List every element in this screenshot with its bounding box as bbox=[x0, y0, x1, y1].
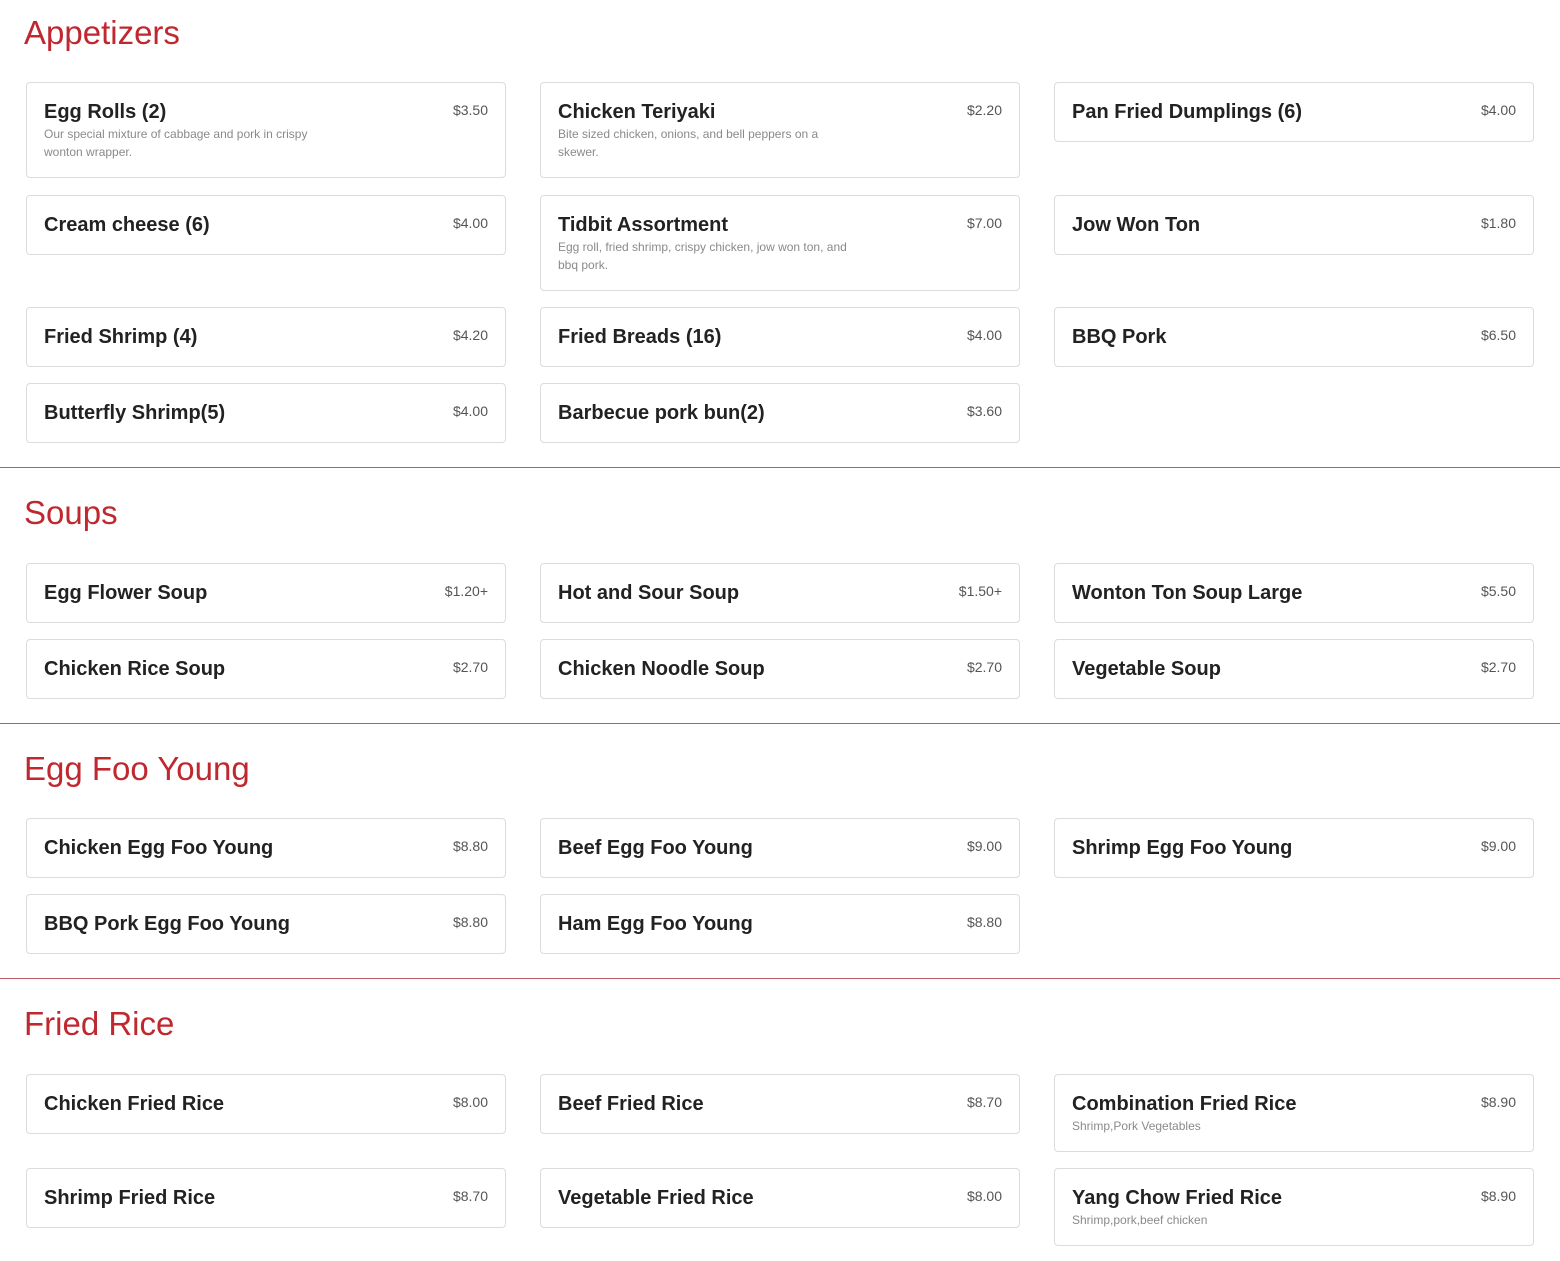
menu-item-name: Jow Won Ton bbox=[1072, 214, 1201, 236]
menu-item-price: $8.70 bbox=[452, 1188, 488, 1204]
menu-item-price: $5.50 bbox=[1480, 583, 1516, 599]
menu-item-price: $4.00 bbox=[1480, 102, 1516, 118]
menu-item-name: Shrimp Egg Foo Young bbox=[1072, 837, 1293, 859]
menu-item-name: Fried Shrimp (4) bbox=[44, 326, 198, 348]
menu-item-card[interactable]: Chicken Teriyaki $2.20 Bite sized chicke… bbox=[540, 82, 1020, 178]
menu-item-price: $1.20+ bbox=[444, 583, 488, 599]
menu-item-price: $4.20 bbox=[452, 327, 488, 343]
section-title-appetizers: Appetizers bbox=[24, 14, 180, 51]
menu-item-card[interactable]: Egg Flower Soup $1.20+ bbox=[26, 563, 506, 623]
menu-item-name: Chicken Noodle Soup bbox=[558, 658, 765, 680]
menu-item-card[interactable]: Chicken Rice Soup $2.70 bbox=[26, 639, 506, 699]
menu-item-price: $1.80 bbox=[1480, 215, 1516, 231]
menu-item-description: Our special mixture of cabbage and pork … bbox=[44, 127, 308, 159]
menu-item-name: BBQ Pork bbox=[1072, 326, 1167, 348]
menu-item-card[interactable]: Fried Breads (16) $4.00 bbox=[540, 307, 1020, 367]
menu-item-description: Bite sized chicken, onions, and bell pep… bbox=[558, 127, 819, 159]
menu-item-description: Shrimp,pork,beef chicken bbox=[1072, 1213, 1208, 1227]
section-divider bbox=[0, 467, 1560, 468]
menu-item-price: $9.00 bbox=[966, 838, 1002, 854]
menu-item-name: Beef Fried Rice bbox=[558, 1093, 704, 1115]
menu-item-name: Cream cheese (6) bbox=[44, 214, 210, 236]
menu-item-card[interactable]: Beef Fried Rice $8.70 bbox=[540, 1074, 1020, 1134]
menu-item-price: $8.00 bbox=[452, 1094, 488, 1110]
menu-item-price: $8.90 bbox=[1480, 1094, 1516, 1110]
menu-item-price: $8.80 bbox=[452, 914, 488, 930]
menu-item-price: $2.70 bbox=[452, 659, 488, 675]
menu-item-name: Beef Egg Foo Young bbox=[558, 837, 753, 859]
menu-item-name: Chicken Rice Soup bbox=[44, 658, 226, 680]
menu-item-name: Combination Fried Rice bbox=[1072, 1093, 1297, 1115]
menu-item-price: $1.50+ bbox=[958, 583, 1002, 599]
menu-item-card[interactable]: Ham Egg Foo Young $8.80 bbox=[540, 894, 1020, 954]
section-title-soups: Soups bbox=[24, 494, 118, 531]
menu-item-price: $6.50 bbox=[1480, 327, 1516, 343]
menu-item-price: $2.70 bbox=[1480, 659, 1516, 675]
menu-item-card[interactable]: Chicken Fried Rice $8.00 bbox=[26, 1074, 506, 1134]
menu-item-name: Chicken Fried Rice bbox=[44, 1093, 225, 1115]
menu-item-name: Chicken Teriyaki bbox=[558, 101, 716, 123]
menu-item-card[interactable]: Fried Shrimp (4) $4.20 bbox=[26, 307, 506, 367]
menu-item-price: $2.20 bbox=[966, 102, 1002, 118]
menu-item-price: $8.90 bbox=[1480, 1188, 1516, 1204]
menu-item-card[interactable]: Egg Rolls (2) $3.50 Our special mixture … bbox=[26, 82, 506, 178]
section-title-egg-foo-young: Egg Foo Young bbox=[24, 750, 250, 787]
menu-item-name: Fried Breads (16) bbox=[558, 326, 722, 348]
menu-item-card[interactable]: Shrimp Fried Rice $8.70 bbox=[26, 1168, 506, 1228]
menu-item-card[interactable]: Vegetable Fried Rice $8.00 bbox=[540, 1168, 1020, 1228]
section-title-fried-rice: Fried Rice bbox=[24, 1005, 175, 1042]
menu-item-name: Tidbit Assortment bbox=[558, 214, 729, 236]
menu-item-card[interactable]: Beef Egg Foo Young $9.00 bbox=[540, 818, 1020, 878]
menu-item-card[interactable]: Vegetable Soup $2.70 bbox=[1054, 639, 1534, 699]
menu-item-card[interactable]: Butterfly Shrimp(5) $4.00 bbox=[26, 383, 506, 443]
menu-item-card[interactable]: BBQ Pork Egg Foo Young $8.80 bbox=[26, 894, 506, 954]
menu-item-name: Egg Rolls (2) bbox=[44, 101, 167, 123]
menu-item-card[interactable]: Jow Won Ton $1.80 bbox=[1054, 195, 1534, 255]
menu-item-name: Vegetable Fried Rice bbox=[558, 1187, 754, 1209]
menu-item-name: Vegetable Soup bbox=[1072, 658, 1221, 680]
menu-item-name: Shrimp Fried Rice bbox=[44, 1187, 216, 1209]
menu-item-card[interactable]: Chicken Egg Foo Young $8.80 bbox=[26, 818, 506, 878]
menu-item-price: $3.50 bbox=[452, 102, 488, 118]
menu-item-price: $9.00 bbox=[1480, 838, 1516, 854]
menu-item-price: $3.60 bbox=[966, 403, 1002, 419]
menu-item-price: $8.80 bbox=[966, 914, 1002, 930]
menu-item-card[interactable]: Cream cheese (6) $4.00 bbox=[26, 195, 506, 255]
menu-item-card[interactable]: Chicken Noodle Soup $2.70 bbox=[540, 639, 1020, 699]
menu-item-name: BBQ Pork Egg Foo Young bbox=[44, 913, 290, 935]
menu-item-name: Chicken Egg Foo Young bbox=[44, 837, 274, 859]
menu-item-card[interactable]: Hot and Sour Soup $1.50+ bbox=[540, 563, 1020, 623]
menu-item-name: Wonton Ton Soup Large bbox=[1072, 582, 1303, 604]
menu-item-price: $8.00 bbox=[966, 1188, 1002, 1204]
menu-item-description: Shrimp,Pork Vegetables bbox=[1072, 1119, 1201, 1133]
menu-item-price: $8.80 bbox=[452, 838, 488, 854]
menu-item-name: Barbecue pork bun(2) bbox=[558, 402, 765, 424]
menu-item-card[interactable]: Wonton Ton Soup Large $5.50 bbox=[1054, 563, 1534, 623]
menu-item-card[interactable]: Combination Fried Rice $8.90 Shrimp,Pork… bbox=[1054, 1074, 1534, 1152]
menu-item-card[interactable]: Yang Chow Fried Rice $8.90 Shrimp,pork,b… bbox=[1054, 1168, 1534, 1246]
menu-item-card[interactable]: Shrimp Egg Foo Young $9.00 bbox=[1054, 818, 1534, 878]
section-divider bbox=[0, 978, 1560, 979]
menu-item-description: Egg roll, fried shrimp, crispy chicken, … bbox=[558, 240, 847, 272]
section-divider bbox=[0, 723, 1560, 724]
menu-item-price: $7.00 bbox=[966, 215, 1002, 231]
menu-item-name: Hot and Sour Soup bbox=[558, 582, 740, 604]
menu-item-name: Yang Chow Fried Rice bbox=[1072, 1187, 1283, 1209]
menu-item-price: $8.70 bbox=[966, 1094, 1002, 1110]
menu-item-card[interactable]: Tidbit Assortment $7.00 Egg roll, fried … bbox=[540, 195, 1020, 291]
menu-item-price: $4.00 bbox=[452, 215, 488, 231]
menu-item-card[interactable]: BBQ Pork $6.50 bbox=[1054, 307, 1534, 367]
menu-item-price: $4.00 bbox=[966, 327, 1002, 343]
menu-item-card[interactable]: Barbecue pork bun(2) $3.60 bbox=[540, 383, 1020, 443]
menu-item-name: Egg Flower Soup bbox=[44, 582, 208, 604]
menu-item-name: Pan Fried Dumplings (6) bbox=[1072, 101, 1303, 123]
menu-item-card[interactable]: Pan Fried Dumplings (6) $4.00 bbox=[1054, 82, 1534, 142]
menu-item-price: $2.70 bbox=[966, 659, 1002, 675]
menu-item-price: $4.00 bbox=[452, 403, 488, 419]
menu-item-name: Ham Egg Foo Young bbox=[558, 913, 753, 935]
menu-item-name: Butterfly Shrimp(5) bbox=[44, 402, 226, 424]
